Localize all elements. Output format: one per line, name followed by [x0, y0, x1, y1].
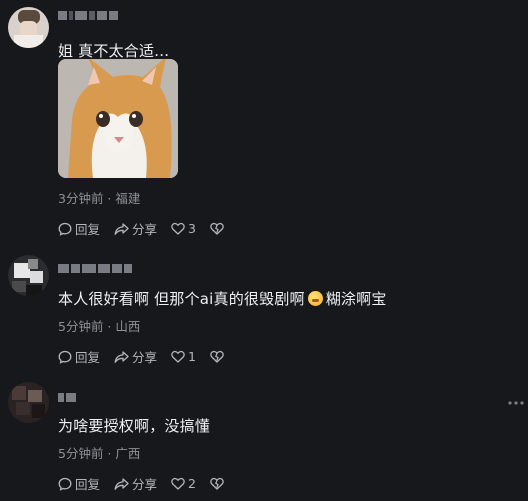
like-button[interactable]: 1 — [171, 349, 196, 364]
flushed-emoji-icon — [307, 291, 323, 306]
more-dots-icon — [508, 401, 524, 405]
share-label: 分享 — [132, 222, 158, 237]
share-arrow-icon — [114, 477, 129, 490]
dislike-heart-icon — [210, 350, 224, 363]
comment-meta: 5分钟前 · 山西 — [58, 319, 141, 334]
share-label: 分享 — [132, 350, 158, 365]
username-masked[interactable] — [58, 262, 132, 274]
dislike-button[interactable] — [210, 222, 224, 235]
reply-button[interactable]: 回复 — [58, 347, 100, 366]
reply-label: 回复 — [75, 222, 101, 237]
reply-label: 回复 — [75, 477, 101, 492]
comment-text: 为啥要授权啊，没搞懂 — [58, 417, 211, 435]
share-arrow-icon — [114, 350, 129, 363]
like-button[interactable]: 2 — [171, 476, 196, 491]
comment-text-part-2: 糊涂啊宝 — [325, 290, 387, 308]
username-masked[interactable] — [58, 391, 76, 403]
heart-icon — [171, 350, 185, 363]
heart-icon — [171, 477, 185, 490]
comment-actions: 回复 分享 2 — [58, 474, 238, 493]
comment-actions: 回复 分享 3 — [58, 219, 238, 238]
dislike-button[interactable] — [210, 350, 224, 363]
comment-meta: 3分钟前 · 福建 — [58, 191, 141, 206]
username-masked[interactable] — [58, 9, 118, 21]
comment-bubble-icon — [58, 477, 72, 491]
more-options-button[interactable] — [506, 393, 526, 405]
avatar[interactable] — [8, 382, 49, 423]
reply-button[interactable]: 回复 — [58, 219, 100, 238]
reply-label: 回复 — [75, 350, 101, 365]
comment-bubble-icon — [58, 350, 72, 364]
comment-text: 本人很好看啊 但那个ai真的很毁剧啊 糊涂啊宝 — [58, 288, 387, 309]
reply-button[interactable]: 回复 — [58, 474, 100, 493]
dislike-heart-icon — [210, 222, 224, 235]
avatar[interactable] — [8, 7, 49, 48]
share-button[interactable]: 分享 — [114, 347, 157, 366]
comment-bubble-icon — [58, 222, 72, 236]
dislike-button[interactable] — [210, 477, 224, 490]
dislike-heart-icon — [210, 477, 224, 490]
comment-text: 姐 真不太合适… — [58, 42, 170, 60]
comment-meta: 5分钟前 · 广西 — [58, 446, 141, 461]
like-count: 1 — [188, 349, 196, 364]
comment-text-part-1: 本人很好看啊 但那个ai真的很毁剧啊 — [58, 290, 305, 308]
share-label: 分享 — [132, 477, 158, 492]
cat-image[interactable] — [58, 59, 178, 178]
like-count: 2 — [188, 476, 196, 491]
avatar[interactable] — [8, 255, 49, 296]
heart-icon — [171, 222, 185, 235]
comment-actions: 回复 分享 1 — [58, 347, 238, 366]
share-arrow-icon — [114, 222, 129, 235]
share-button[interactable]: 分享 — [114, 474, 157, 493]
like-button[interactable]: 3 — [171, 221, 196, 236]
share-button[interactable]: 分享 — [114, 219, 157, 238]
like-count: 3 — [188, 221, 196, 236]
